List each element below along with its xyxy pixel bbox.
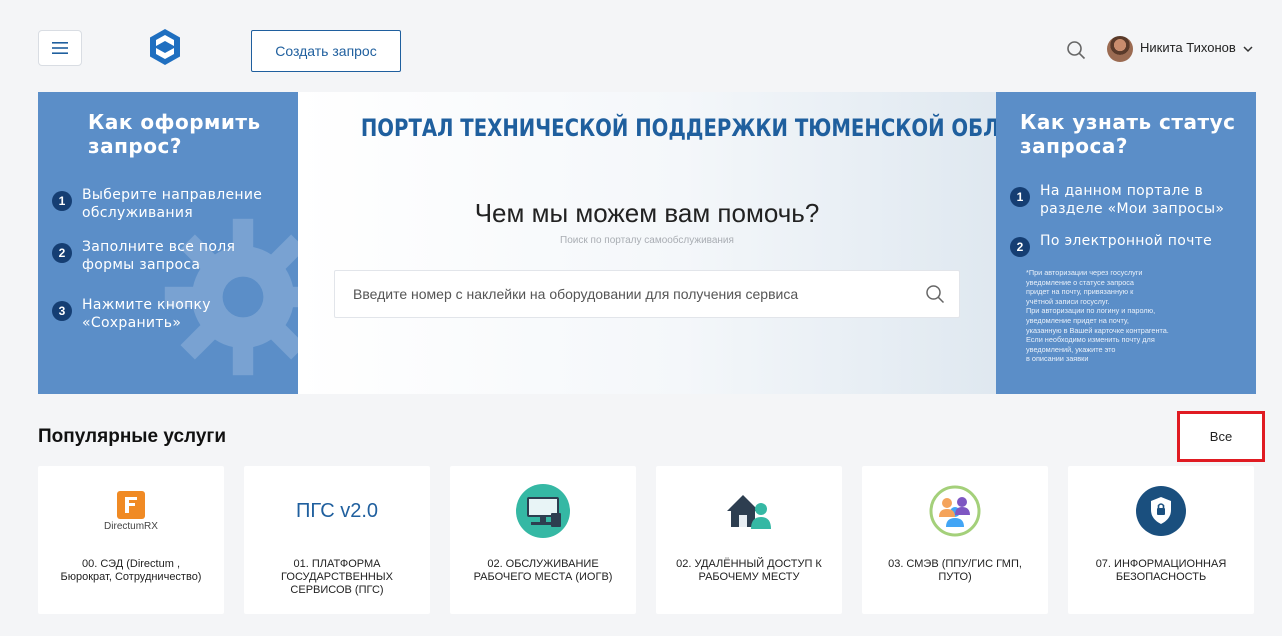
create-request-label: Создать запрос	[275, 43, 377, 59]
portal-title: ПОРТАЛ ТЕХНИЧЕСКОЙ ПОДДЕРЖКИ ТЮМЕНСКОЙ О…	[360, 114, 1060, 142]
service-card-workstation[interactable]: 02. ОБСЛУЖИВАНИЕ РАБОЧЕГО МЕСТА (ИОГВ)	[450, 466, 636, 614]
hamburger-icon	[52, 42, 68, 54]
all-services-label: Все	[1209, 429, 1233, 444]
service-card-security[interactable]: 07. ИНФОРМАЦИОННАЯ БЕЗОПАСНОСТЬ	[1068, 466, 1254, 614]
top-header: Создать запрос Никита Тихонов	[0, 0, 1282, 92]
service-card-label: 03. СМЭВ (ППУ/ГИС ГМП, ПУТО)	[888, 558, 1022, 583]
service-search-input[interactable]	[353, 271, 913, 317]
remote-access-icon	[727, 495, 771, 529]
security-shield-icon	[1136, 486, 1186, 536]
search-center: ПОРТАЛ ТЕХНИЧЕСКОЙ ПОДДЕРЖКИ ТЮМЕНСКОЙ О…	[298, 92, 1060, 394]
request-step-2: 2 Заполните все поля формы запроса	[52, 238, 235, 274]
chevron-down-icon[interactable]	[1243, 44, 1253, 54]
help-title: Чем мы можем вам помочь?	[474, 198, 820, 228]
status-step-1: 1 На данном портале в разделе «Мои запро…	[1010, 182, 1224, 218]
hero-banner: Как оформить запрос? 1 Выберите направле…	[38, 92, 1256, 394]
portal-page: Создать запрос Никита Тихонов Как оформи…	[0, 0, 1282, 636]
pgs-logo-text: ПГС v2.0	[295, 499, 379, 522]
service-card-label: 01. ПЛАТФОРМА ГОСУДАРСТВЕННЫХ СЕРВИСОВ (…	[281, 558, 393, 596]
request-status-title: Как узнать статус запроса?	[1020, 110, 1236, 158]
create-request-button[interactable]: Создать запрос	[251, 30, 401, 72]
service-card-label: 00. СЭД (Directum , Бюрократ, Сотрудниче…	[60, 558, 202, 583]
popular-services-title: Популярные услуги	[38, 426, 227, 447]
all-services-button[interactable]: Все	[1177, 411, 1265, 462]
workstation-icon	[516, 484, 570, 538]
how-to-request-title: Как оформить запрос?	[88, 110, 261, 158]
user-avatar[interactable]	[1107, 36, 1133, 62]
service-card-label: 02. УДАЛЁННЫЙ ДОСТУП К РАБОЧЕМУ МЕСТУ	[676, 558, 822, 583]
menu-button[interactable]	[38, 30, 82, 66]
user-name[interactable]: Никита Тихонов	[1140, 40, 1236, 55]
how-to-request-panel: Как оформить запрос? 1 Выберите направле…	[38, 92, 298, 394]
service-card-pgs[interactable]: ПГС v2.0 01. ПЛАТФОРМА ГОСУДАРСТВЕННЫХ С…	[244, 466, 430, 614]
status-note: *При авторизации через госуслуги уведомл…	[1026, 268, 1169, 364]
help-subtitle: Поиск по порталу самообслуживания	[560, 235, 734, 246]
request-step-3: 3 Нажмите кнопку «Сохранить»	[52, 296, 211, 332]
directum-logo-text: DirectumRX	[104, 520, 158, 532]
portal-logo-icon[interactable]	[148, 28, 182, 66]
search-icon[interactable]	[1066, 40, 1086, 60]
service-card-label: 02. ОБСЛУЖИВАНИЕ РАБОЧЕГО МЕСТА (ИОГВ)	[473, 558, 613, 583]
people-group-icon	[929, 485, 981, 537]
service-card-remote-access[interactable]: 02. УДАЛЁННЫЙ ДОСТУП К РАБОЧЕМУ МЕСТУ	[656, 466, 842, 614]
request-step-1: 1 Выберите направление обслуживания	[52, 186, 262, 222]
directum-rx-logo-icon	[117, 490, 145, 519]
request-status-panel: Как узнать статус запроса? 1 На данном п…	[996, 92, 1256, 394]
service-card-label: 07. ИНФОРМАЦИОННАЯ БЕЗОПАСНОСТЬ	[1095, 558, 1227, 583]
service-search-box[interactable]	[334, 270, 960, 318]
service-card-sed[interactable]: DirectumRX 00. СЭД (Directum , Бюрократ,…	[38, 466, 224, 614]
popular-services-list: DirectumRX 00. СЭД (Directum , Бюрократ,…	[38, 466, 1256, 614]
service-card-smev[interactable]: 03. СМЭВ (ППУ/ГИС ГМП, ПУТО)	[862, 466, 1048, 614]
status-step-2: 2 По электронной почте	[1010, 232, 1212, 257]
search-icon[interactable]	[925, 284, 945, 304]
